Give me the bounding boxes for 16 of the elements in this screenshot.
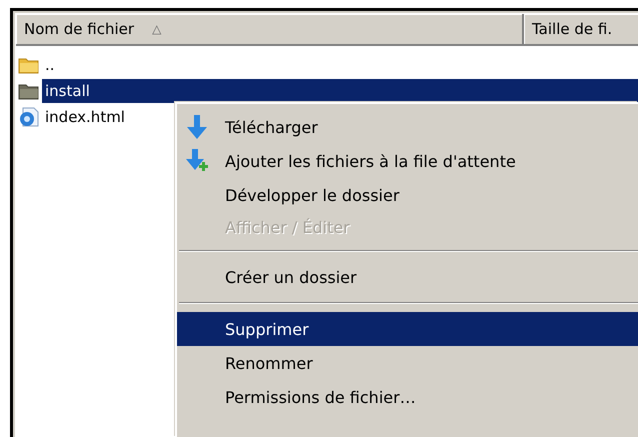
down-arrow-icon [185, 114, 209, 140]
web-page-icon [18, 107, 40, 127]
file-name[interactable]: index.html [42, 105, 128, 129]
file-name[interactable]: .. [42, 53, 58, 77]
down-arrow-plus-icon [185, 148, 211, 174]
menu-item[interactable]: Télécharger [177, 110, 638, 144]
file-name[interactable]: install [42, 79, 638, 103]
menu-item[interactable]: Ajouter les fichiers à la file d'attente [177, 144, 638, 178]
menu-item[interactable]: Permissions de fichier… [177, 380, 638, 414]
sort-icon: △ [152, 22, 162, 36]
menu-item[interactable]: Renommer [177, 346, 638, 380]
menu-item[interactable]: Supprimer [177, 312, 638, 346]
menu-item[interactable]: Développer le dossier [177, 178, 638, 212]
column-header[interactable]: Taille de fi. [524, 14, 638, 44]
column-header[interactable]: Nom de fichier △ [16, 14, 524, 44]
menu-item[interactable]: Créer un dossier [177, 260, 638, 294]
